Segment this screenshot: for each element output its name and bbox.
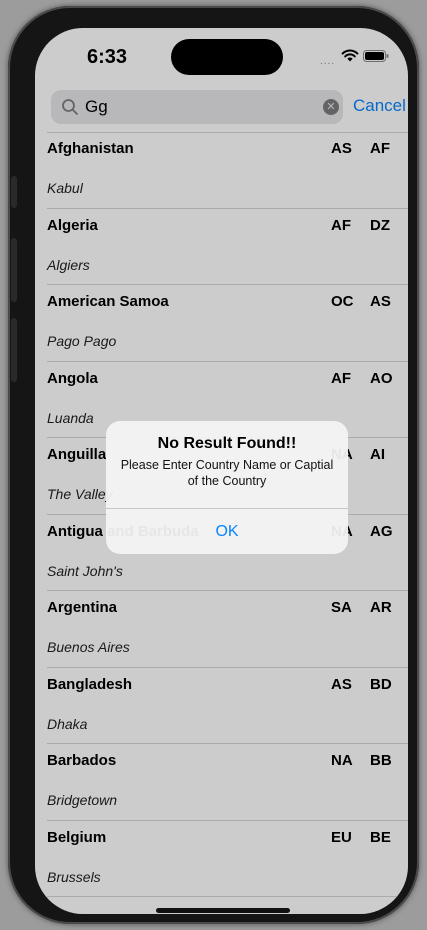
home-indicator[interactable] bbox=[156, 908, 290, 913]
alert-title: No Result Found!! bbox=[157, 435, 297, 452]
mute-switch bbox=[11, 176, 17, 208]
screen: 6:33 .... ✕ Cance bbox=[35, 28, 408, 914]
volume-down-button bbox=[11, 318, 17, 382]
volume-up-button bbox=[11, 238, 17, 302]
alert-message: Please Enter Country Name or Captial of … bbox=[120, 458, 334, 488]
no-result-alert: No Result Found!! Please Enter Country N… bbox=[106, 421, 348, 554]
phone-frame: 6:33 .... ✕ Cance bbox=[8, 6, 419, 924]
ok-button[interactable]: OK bbox=[106, 509, 348, 554]
